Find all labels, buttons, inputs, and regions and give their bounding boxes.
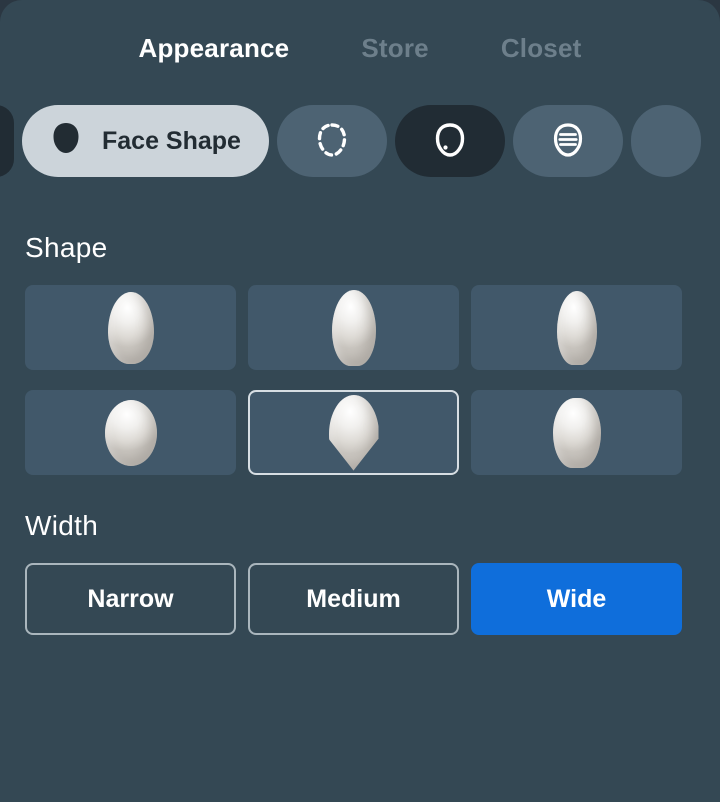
- tab-store[interactable]: Store: [355, 29, 434, 68]
- face-outline-icon: [428, 119, 472, 163]
- hair-face-icon: [546, 119, 590, 163]
- head-thumbnail: [331, 289, 376, 366]
- head-filled-icon: [44, 119, 88, 163]
- shape-options-grid: [25, 285, 695, 475]
- category-pill-hair-face[interactable]: [512, 105, 623, 177]
- tab-closet[interactable]: Closet: [495, 29, 588, 68]
- category-pill-partial-left[interactable]: [0, 105, 14, 177]
- head-thumbnail: [556, 290, 597, 365]
- head-thumbnail: [107, 291, 154, 364]
- head-thumbnail: [104, 399, 157, 466]
- category-pill-label: Face Shape: [102, 126, 241, 155]
- head-thumbnail: [552, 397, 601, 468]
- dashed-face-outline-icon: [310, 119, 354, 163]
- width-section-title: Width: [25, 510, 99, 541]
- shape-option-narrow[interactable]: [471, 285, 682, 370]
- appearance-panel: Appearance Store Closet Face Shape Shape…: [0, 0, 720, 802]
- category-pill-dashed-face[interactable]: [276, 105, 387, 177]
- shape-option-long[interactable]: [248, 285, 459, 370]
- width-button-wide[interactable]: Wide: [471, 563, 682, 635]
- category-carousel[interactable]: Face Shape: [0, 100, 720, 182]
- shape-option-square[interactable]: [471, 390, 682, 475]
- shape-option-heart[interactable]: [248, 390, 459, 475]
- shape-option-oval[interactable]: [25, 285, 236, 370]
- category-pill-partial-right[interactable]: [630, 105, 701, 177]
- category-pill-face-outline[interactable]: [394, 105, 505, 177]
- width-options-row: Narrow Medium Wide: [25, 563, 695, 635]
- head-thumbnail: [328, 394, 379, 471]
- shape-section-title: Shape: [25, 232, 108, 263]
- top-tab-bar: Appearance Store Closet: [0, 0, 720, 96]
- category-pill-face-shape[interactable]: Face Shape: [22, 105, 269, 177]
- tab-appearance[interactable]: Appearance: [133, 29, 296, 68]
- shape-option-round[interactable]: [25, 390, 236, 475]
- width-button-medium[interactable]: Medium: [248, 563, 459, 635]
- width-button-narrow[interactable]: Narrow: [25, 563, 236, 635]
